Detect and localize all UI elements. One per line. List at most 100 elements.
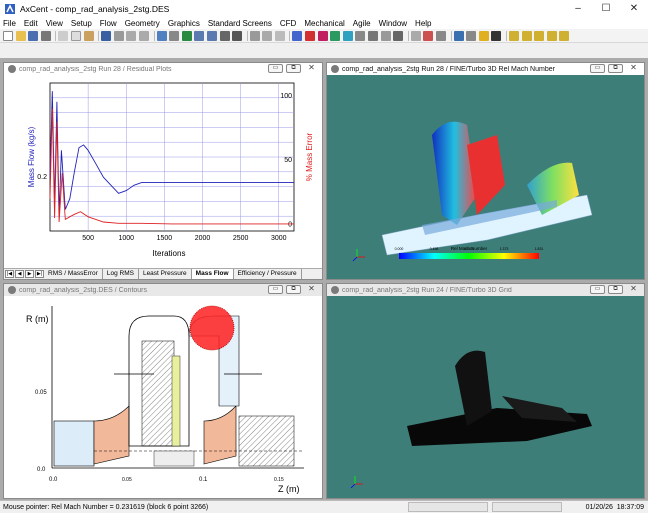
align-1-icon[interactable]: [508, 30, 519, 41]
minimize-button[interactable]: ▭: [268, 64, 283, 73]
contours-window[interactable]: comp_rad_analysis_2stg.DES / Contours ▭ …: [3, 283, 323, 499]
menu-view[interactable]: View: [46, 19, 63, 28]
blade-icon[interactable]: [292, 30, 303, 41]
grid-view[interactable]: [327, 296, 644, 498]
y2-tick-2: 100: [280, 93, 292, 100]
residual-plots-header[interactable]: comp_rad_analysis_2stg Run 28 / Residual…: [4, 63, 322, 75]
tab-log-rms[interactable]: Log RMS: [103, 269, 139, 279]
align-3-icon[interactable]: [534, 30, 545, 41]
mach-legend-tick-1: 0.458: [430, 247, 439, 251]
menu-standard-screens[interactable]: Standard Screens: [208, 19, 272, 28]
help-icon[interactable]: [478, 30, 489, 41]
window-icon[interactable]: [436, 30, 446, 41]
export-icon[interactable]: [262, 30, 273, 41]
last-tab-button[interactable]: ▶|: [35, 270, 44, 278]
close-button[interactable]: ✕: [626, 285, 641, 294]
menu-graphics[interactable]: Graphics: [168, 19, 200, 28]
solver-icon[interactable]: [355, 30, 366, 41]
status-date: 01/20/26 18:37:09: [585, 503, 644, 511]
plus-icon[interactable]: [138, 30, 149, 41]
report-icon[interactable]: [393, 30, 404, 41]
print-icon[interactable]: [40, 30, 51, 41]
prev-tab-button[interactable]: ◀: [15, 270, 24, 278]
select-icon[interactable]: [156, 30, 167, 41]
cut-icon[interactable]: [58, 30, 69, 41]
pointer-icon[interactable]: [232, 30, 243, 41]
mesh-icon[interactable]: [330, 30, 341, 41]
rotate-icon[interactable]: [169, 30, 180, 41]
menu-window[interactable]: Window: [379, 19, 407, 28]
grid-icon[interactable]: [368, 30, 379, 41]
zoom-out-icon[interactable]: [206, 30, 217, 41]
mach-number-header[interactable]: comp_rad_analysis_2stg Run 28 / FINE/Tur…: [327, 63, 644, 75]
close-button[interactable]: ✕: [620, 0, 648, 17]
next-tab-button[interactable]: ▶: [25, 270, 34, 278]
menu-cfd[interactable]: CFD: [280, 19, 296, 28]
rel-mach-3d-view[interactable]: Rel Mach Number 0.000 0.458 0.915 1.373 …: [327, 75, 644, 279]
cascade-icon[interactable]: [423, 30, 434, 41]
restore-button[interactable]: ⧉: [608, 64, 623, 73]
mass-flow-chart: 500 1000 1500 2000 2500 3000 0.2 0 50 100 Iterati…: [27, 82, 314, 258]
tile-icon[interactable]: [410, 30, 421, 41]
restore-button[interactable]: ⧉: [286, 285, 301, 294]
zoom-in-icon[interactable]: [194, 30, 205, 41]
mach-number-window[interactable]: comp_rad_analysis_2stg Run 28 / FINE/Tur…: [326, 62, 645, 280]
contours-header[interactable]: comp_rad_analysis_2stg.DES / Contours ▭ …: [4, 284, 322, 296]
whats-this-icon[interactable]: [491, 30, 502, 41]
paste-icon[interactable]: [83, 30, 94, 41]
tab-mass-flow[interactable]: Mass Flow: [191, 269, 234, 279]
mach-number-view[interactable]: Rel Mach Number 0.000 0.458 0.915 1.373 …: [327, 75, 644, 279]
meridional-contour-plot[interactable]: R (m) Z (m) 0.05 0.0 0.0 0.05 0.1 0.15: [4, 296, 322, 498]
menu-flow[interactable]: Flow: [100, 19, 117, 28]
undo-icon[interactable]: [101, 30, 112, 41]
menu-help[interactable]: Help: [415, 19, 431, 28]
table-icon[interactable]: [380, 30, 391, 41]
menu-file[interactable]: File: [3, 19, 16, 28]
menu-edit[interactable]: Edit: [24, 19, 38, 28]
copy-icon[interactable]: [70, 30, 81, 41]
mach-legend-tick-2: 0.915: [465, 247, 474, 251]
close-button[interactable]: ✕: [304, 285, 319, 294]
restore-button[interactable]: ⧉: [608, 285, 623, 294]
r-tick-0: 0.05: [35, 390, 47, 396]
maximize-button[interactable]: ☐: [592, 0, 620, 17]
minimize-button[interactable]: –: [564, 0, 592, 17]
minimize-button[interactable]: ▭: [268, 285, 283, 294]
copy-image-icon[interactable]: [249, 30, 260, 41]
refresh-icon[interactable]: [181, 30, 192, 41]
y-axis-label: Mass Flow (kg/s): [27, 126, 36, 187]
cfd-icon[interactable]: [342, 30, 353, 41]
residual-plots-window[interactable]: comp_rad_analysis_2stg Run 28 / Residual…: [3, 62, 323, 280]
properties-icon[interactable]: [466, 30, 477, 41]
menu-mechanical[interactable]: Mechanical: [304, 19, 344, 28]
save-icon[interactable]: [28, 30, 39, 41]
print-preview-icon[interactable]: [274, 30, 285, 41]
new-file-icon[interactable]: [3, 30, 13, 41]
align-2-icon[interactable]: [521, 30, 532, 41]
close-button[interactable]: ✕: [304, 64, 319, 73]
impeller-icon[interactable]: [305, 30, 316, 41]
minimize-button[interactable]: ▭: [590, 285, 605, 294]
menu-agile[interactable]: Agile: [353, 19, 371, 28]
contours-view[interactable]: R (m) Z (m) 0.05 0.0 0.0 0.05 0.1 0.15: [4, 296, 322, 498]
pan-icon[interactable]: [219, 30, 230, 41]
align-4-icon[interactable]: [546, 30, 557, 41]
align-5-icon[interactable]: [559, 30, 570, 41]
menu-geometry[interactable]: Geometry: [125, 19, 160, 28]
3d-grid-view[interactable]: [327, 296, 644, 498]
first-tab-button[interactable]: |◀: [5, 270, 14, 278]
redo-icon[interactable]: [113, 30, 124, 41]
grid-window[interactable]: comp_rad_analysis_2stg Run 24 / FINE/Tur…: [326, 283, 645, 499]
stage-icon[interactable]: [317, 30, 328, 41]
chart-icon[interactable]: [453, 30, 464, 41]
tab-efficiency-pressure[interactable]: Efficiency / Pressure: [234, 269, 302, 279]
menu-setup[interactable]: Setup: [71, 19, 92, 28]
restore-button[interactable]: ⧉: [286, 64, 301, 73]
minus-icon[interactable]: [126, 30, 137, 41]
close-button[interactable]: ✕: [626, 64, 641, 73]
open-folder-icon[interactable]: [15, 30, 26, 41]
tab-rms-masserror[interactable]: RMS / MassError: [44, 269, 103, 279]
grid-header[interactable]: comp_rad_analysis_2stg Run 24 / FINE/Tur…: [327, 284, 644, 296]
tab-least-pressure[interactable]: Least Pressure: [139, 269, 192, 279]
minimize-button[interactable]: ▭: [590, 64, 605, 73]
